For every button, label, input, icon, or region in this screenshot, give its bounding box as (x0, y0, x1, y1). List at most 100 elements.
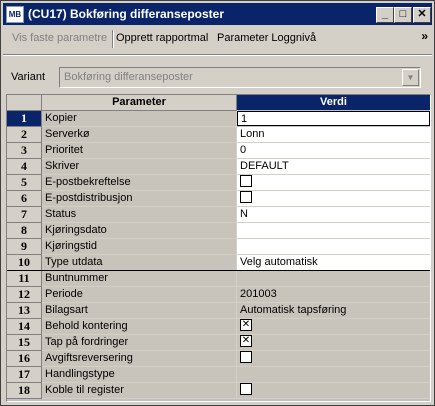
parameter-name: E-postdistribusjon (42, 191, 237, 207)
parameter-value[interactable]: 201003 (237, 287, 430, 303)
row-number[interactable]: 7 (7, 207, 42, 223)
parameter-name: Buntnummer (42, 271, 237, 287)
create-report-template-button[interactable]: Opprett rapportmal (116, 32, 208, 44)
row-number[interactable]: 5 (7, 175, 42, 191)
parameter-name: Serverkø (42, 127, 237, 143)
parameter-name: Status (42, 207, 237, 223)
window-title: (CU17) Bokføring differanseposter (28, 7, 225, 21)
column-header-parameter[interactable]: Parameter (42, 95, 237, 111)
checked-checkbox-icon[interactable]: ✕ (240, 319, 252, 332)
row-number[interactable]: 15 (7, 335, 42, 351)
row-number[interactable]: 3 (7, 143, 42, 159)
parameter-log-level-button[interactable]: Parameter Loggnivå (217, 32, 316, 44)
parameter-name: Prioritet (42, 143, 237, 159)
parameter-name: Kjøringstid (42, 239, 237, 255)
parameter-name: E-postbekreftelse (42, 175, 237, 191)
separator-line (3, 54, 432, 56)
toolbar: Vis faste parametre Opprett rapportmal P… (3, 27, 432, 51)
table-row[interactable]: 15 Tap på fordringer ✕ (7, 335, 430, 351)
parameter-name: Kjøringsdato (42, 223, 237, 239)
row-number[interactable]: 4 (7, 159, 42, 175)
table-row[interactable]: 7 Status N (7, 207, 430, 223)
parameter-checkbox-cell[interactable] (237, 351, 430, 367)
checkbox[interactable] (240, 175, 252, 188)
row-number[interactable]: 2 (7, 127, 42, 143)
row-number[interactable]: 8 (7, 223, 42, 239)
row-number[interactable]: 6 (7, 191, 42, 207)
show-fixed-parameters-button[interactable]: Vis faste parametre (12, 32, 107, 44)
parameter-checkbox-cell[interactable]: ✕ (237, 335, 430, 351)
table-row[interactable]: 8 Kjøringsdato (7, 223, 430, 239)
parameter-name: Type utdata (42, 255, 237, 271)
parameter-checkbox-cell[interactable]: ✕ (237, 319, 430, 335)
parameter-grid: Parameter Verdi 1 Kopier 1 2 Serverkø Lonn 3 Pr… (6, 94, 431, 402)
parameter-value[interactable]: Velg automatisk (237, 255, 430, 271)
table-row[interactable]: 17 Handlingstype (7, 367, 430, 383)
parameter-value[interactable] (237, 223, 430, 239)
chevron-down-icon[interactable]: ▼ (402, 69, 419, 86)
table-row[interactable]: 1 Kopier 1 (7, 111, 430, 127)
checkbox[interactable] (240, 351, 252, 364)
toolbar-overflow-icon[interactable]: » (421, 29, 428, 43)
row-number[interactable]: 10 (7, 255, 42, 271)
row-number[interactable]: 16 (7, 351, 42, 367)
column-header-value[interactable]: Verdi (237, 95, 430, 110)
title-bar[interactable]: MB (CU17) Bokføring differanseposter _ □… (3, 3, 432, 25)
row-number[interactable]: 18 (7, 383, 42, 399)
parameter-name: Avgiftsreversering (42, 351, 237, 367)
parameter-checkbox-cell[interactable] (237, 383, 430, 399)
parameter-value[interactable]: DEFAULT (237, 159, 430, 175)
table-row[interactable]: 9 Kjøringstid (7, 239, 430, 255)
checkbox[interactable] (240, 191, 252, 204)
table-row[interactable]: 18 Koble til register (7, 383, 430, 399)
group-divider (7, 270, 430, 271)
row-number[interactable]: 17 (7, 367, 42, 383)
grid-corner (7, 95, 42, 111)
parameter-checkbox-cell[interactable] (237, 191, 430, 207)
maximize-button[interactable]: □ (394, 7, 412, 23)
table-row[interactable]: 5 E-postbekreftelse (7, 175, 430, 191)
table-row[interactable]: 14 Behold kontering ✕ (7, 319, 430, 335)
parameter-name: Periode (42, 287, 237, 303)
table-row[interactable]: 2 Serverkø Lonn (7, 127, 430, 143)
row-number[interactable]: 13 (7, 303, 42, 319)
checkbox[interactable] (240, 383, 252, 396)
table-row[interactable]: 10 Type utdata Velg automatisk (7, 255, 430, 271)
minimize-button[interactable]: _ (376, 7, 394, 23)
table-row[interactable]: 12 Periode 201003 (7, 287, 430, 303)
table-row[interactable]: 16 Avgiftsreversering (7, 351, 430, 367)
row-number[interactable]: 14 (7, 319, 42, 335)
parameter-value[interactable]: 1 (237, 111, 430, 126)
parameter-value (237, 271, 430, 287)
table-row[interactable]: 3 Prioritet 0 (7, 143, 430, 159)
close-button[interactable]: ✕ (413, 7, 431, 23)
table-row[interactable]: 13 Bilagsart Automatisk tapsføring (7, 303, 430, 319)
checked-checkbox-icon[interactable]: ✕ (240, 335, 252, 348)
parameter-name: Tap på fordringer (42, 335, 237, 351)
variant-select[interactable]: Bokføring differanseposter ▼ (59, 67, 421, 88)
parameter-name: Skriver (42, 159, 237, 175)
app-icon: MB (6, 6, 24, 23)
parameter-name: Behold kontering (42, 319, 237, 335)
parameter-name: Koble til register (42, 383, 237, 399)
row-number[interactable]: 11 (7, 271, 42, 287)
report-window: MB (CU17) Bokføring differanseposter _ □… (0, 0, 435, 406)
table-row[interactable]: 6 E-postdistribusjon (7, 191, 430, 207)
parameter-value[interactable]: Lonn (237, 127, 430, 143)
parameter-checkbox-cell[interactable] (237, 175, 430, 191)
parameter-value[interactable] (237, 239, 430, 255)
parameter-value[interactable]: N (237, 207, 430, 223)
grid-header: Parameter Verdi (7, 95, 430, 111)
table-row[interactable]: 4 Skriver DEFAULT (7, 159, 430, 175)
parameter-value (237, 367, 430, 383)
parameter-value: Automatisk tapsføring (237, 303, 430, 319)
parameter-name: Handlingstype (42, 367, 237, 383)
parameter-value[interactable]: 0 (237, 143, 430, 159)
row-number[interactable]: 9 (7, 239, 42, 255)
parameter-name: Kopier (42, 111, 237, 127)
parameter-name: Bilagsart (42, 303, 237, 319)
row-number[interactable]: 12 (7, 287, 42, 303)
row-number[interactable]: 1 (7, 111, 42, 127)
table-row[interactable]: 11 Buntnummer (7, 271, 430, 287)
toolbar-separator (112, 30, 114, 48)
